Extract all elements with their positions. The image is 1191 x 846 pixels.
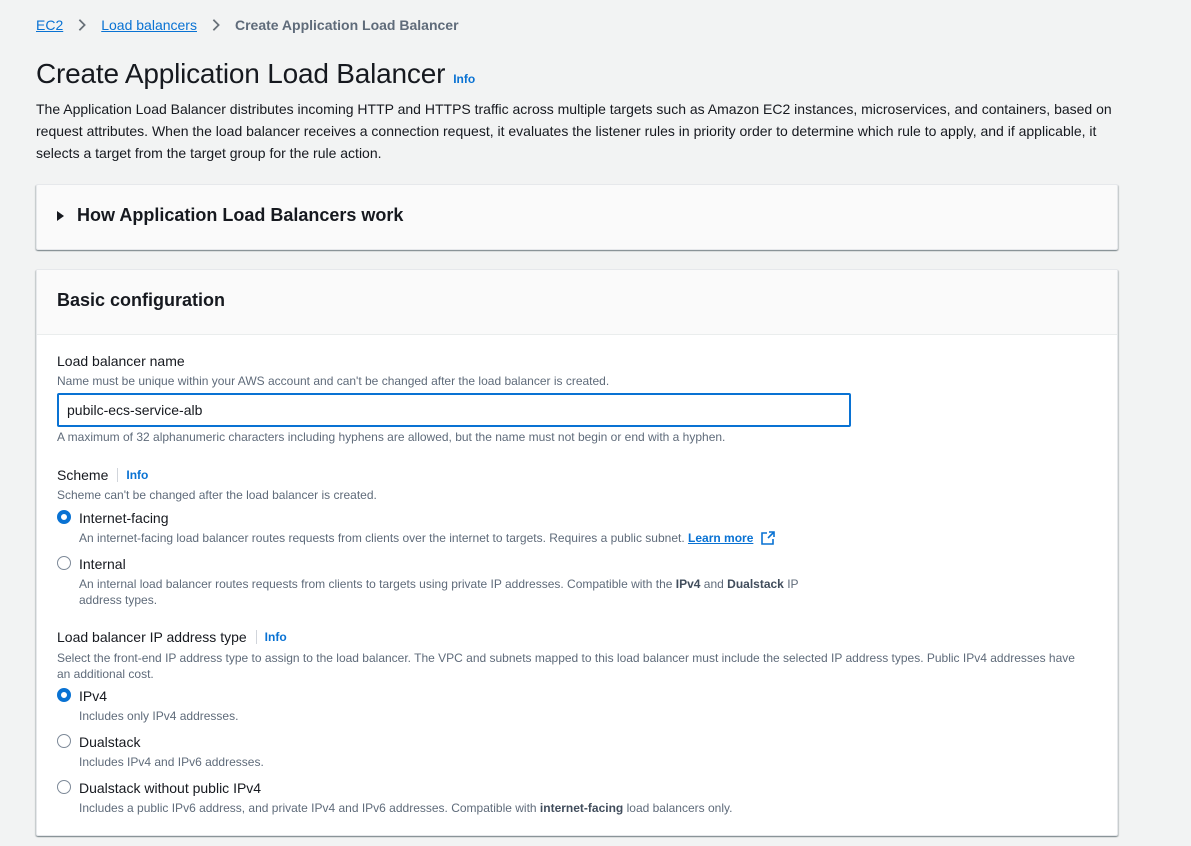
- external-link-icon[interactable]: [760, 531, 775, 545]
- page-title-info-link[interactable]: Info: [453, 72, 475, 86]
- caret-right-icon: [57, 210, 64, 221]
- radio-ipv4[interactable]: [57, 688, 71, 702]
- internal-desc-a: An internal load balancer routes request…: [79, 577, 676, 591]
- name-label-text: Load balancer name: [57, 353, 185, 369]
- chevron-right-icon: [78, 19, 87, 31]
- radio-description: Includes IPv4 and IPv6 addresses.: [79, 755, 264, 769]
- ip-type-desc-line2: an additional cost.: [57, 667, 154, 681]
- radio-description: Includes only IPv4 addresses.: [79, 709, 239, 723]
- radio-texts: Dualstack without public IPv4 Includes a…: [79, 779, 732, 816]
- page-description: The Application Load Balancer distribute…: [36, 101, 1112, 161]
- radio-internal[interactable]: [57, 556, 71, 570]
- breadcrumb-ec2-link[interactable]: EC2: [36, 17, 63, 33]
- radio-label: Dualstack without public IPv4: [79, 780, 262, 796]
- ip-type-label-text: Load balancer IP address type: [57, 629, 247, 645]
- ip-type-info-link[interactable]: Info: [255, 630, 287, 644]
- scheme-label-text: Scheme: [57, 467, 109, 483]
- radio-texts: Internet-facing An internet-facing load …: [79, 509, 775, 546]
- page-header: Create Application Load Balancer Info: [36, 58, 475, 90]
- scheme-option-internal[interactable]: Internal An internal load balancer route…: [57, 555, 799, 608]
- ip-type-label: Load balancer IP address type Info: [57, 629, 287, 645]
- radio-label: IPv4: [79, 688, 108, 704]
- radio-texts: IPv4 Includes only IPv4 addresses.: [79, 687, 238, 724]
- internal-desc-ipv4: IPv4: [675, 577, 701, 591]
- internal-desc-c: and: [700, 577, 728, 591]
- radio-texts: Dualstack Includes IPv4 and IPv6 address…: [79, 733, 264, 770]
- basic-configuration-panel: Basic configuration Load balancer name N…: [36, 269, 1118, 836]
- scheme-option-internet-facing[interactable]: Internet-facing An internet-facing load …: [57, 509, 775, 546]
- radio-texts: Internal An internal load balancer route…: [79, 555, 799, 608]
- name-description: Name must be unique within your AWS acco…: [57, 374, 610, 388]
- internet-facing-desc: An internet-facing load balancer routes …: [79, 531, 685, 545]
- dualstack-nopub-desc-b: internet-facing: [539, 801, 624, 815]
- ip-type-option-dualstack-no-public-ipv4[interactable]: Dualstack without public IPv4 Includes a…: [57, 779, 732, 816]
- radio-internet-facing[interactable]: [57, 510, 71, 524]
- radio-dualstack-no-public-ipv4[interactable]: [57, 780, 71, 794]
- ip-type-option-ipv4[interactable]: IPv4 Includes only IPv4 addresses.: [57, 687, 238, 724]
- ip-type-desc-line1: Select the front-end IP address type to …: [57, 651, 1075, 665]
- ip-type-description: Select the front-end IP address type to …: [57, 650, 1075, 682]
- radio-label: Internal: [79, 556, 126, 572]
- radio-label: Internet-facing: [79, 510, 169, 526]
- scheme-label: Scheme Info: [57, 467, 148, 483]
- scheme-info-link[interactable]: Info: [117, 468, 148, 482]
- expander-title: How Application Load Balancers work: [77, 205, 404, 225]
- panel-header: Basic configuration: [37, 270, 1117, 335]
- dualstack-nopub-desc-c: load balancers only.: [623, 801, 733, 815]
- panel-title: Basic configuration: [57, 290, 226, 310]
- radio-label: Dualstack: [79, 734, 141, 750]
- learn-more-link[interactable]: Learn more: [688, 531, 753, 545]
- dualstack-nopub-desc-a: Includes a public IPv6 address, and priv…: [79, 801, 540, 815]
- expander-toggle[interactable]: How Application Load Balancers work: [57, 205, 403, 226]
- internal-desc-line2: address types.: [79, 593, 158, 607]
- radio-description: An internet-facing load balancer routes …: [79, 530, 775, 546]
- scheme-description: Scheme can't be changed after the load b…: [57, 488, 377, 502]
- internal-desc-d: IP: [783, 577, 799, 591]
- breadcrumb: EC2 Load balancers Create Application Lo…: [36, 17, 459, 33]
- breadcrumb-load-balancers-link[interactable]: Load balancers: [101, 17, 197, 33]
- breadcrumb-current: Create Application Load Balancer: [234, 17, 459, 33]
- radio-dualstack[interactable]: [57, 734, 71, 748]
- radio-description: An internal load balancer routes request…: [79, 576, 799, 608]
- chevron-right-icon: [212, 19, 220, 31]
- internal-desc-dualstack: Dualstack: [727, 577, 784, 591]
- load-balancer-name-input[interactable]: [57, 393, 851, 427]
- page-title: Create Application Load Balancer: [36, 58, 446, 89]
- name-constraint: A maximum of 32 alphanumeric characters …: [57, 430, 726, 444]
- ip-type-option-dualstack[interactable]: Dualstack Includes IPv4 and IPv6 address…: [57, 733, 264, 770]
- how-alb-works-expander: How Application Load Balancers work: [36, 184, 1118, 250]
- name-label: Load balancer name: [57, 353, 185, 369]
- radio-description: Includes a public IPv6 address, and priv…: [79, 800, 732, 816]
- page: EC2 Load balancers Create Application Lo…: [0, 0, 1191, 846]
